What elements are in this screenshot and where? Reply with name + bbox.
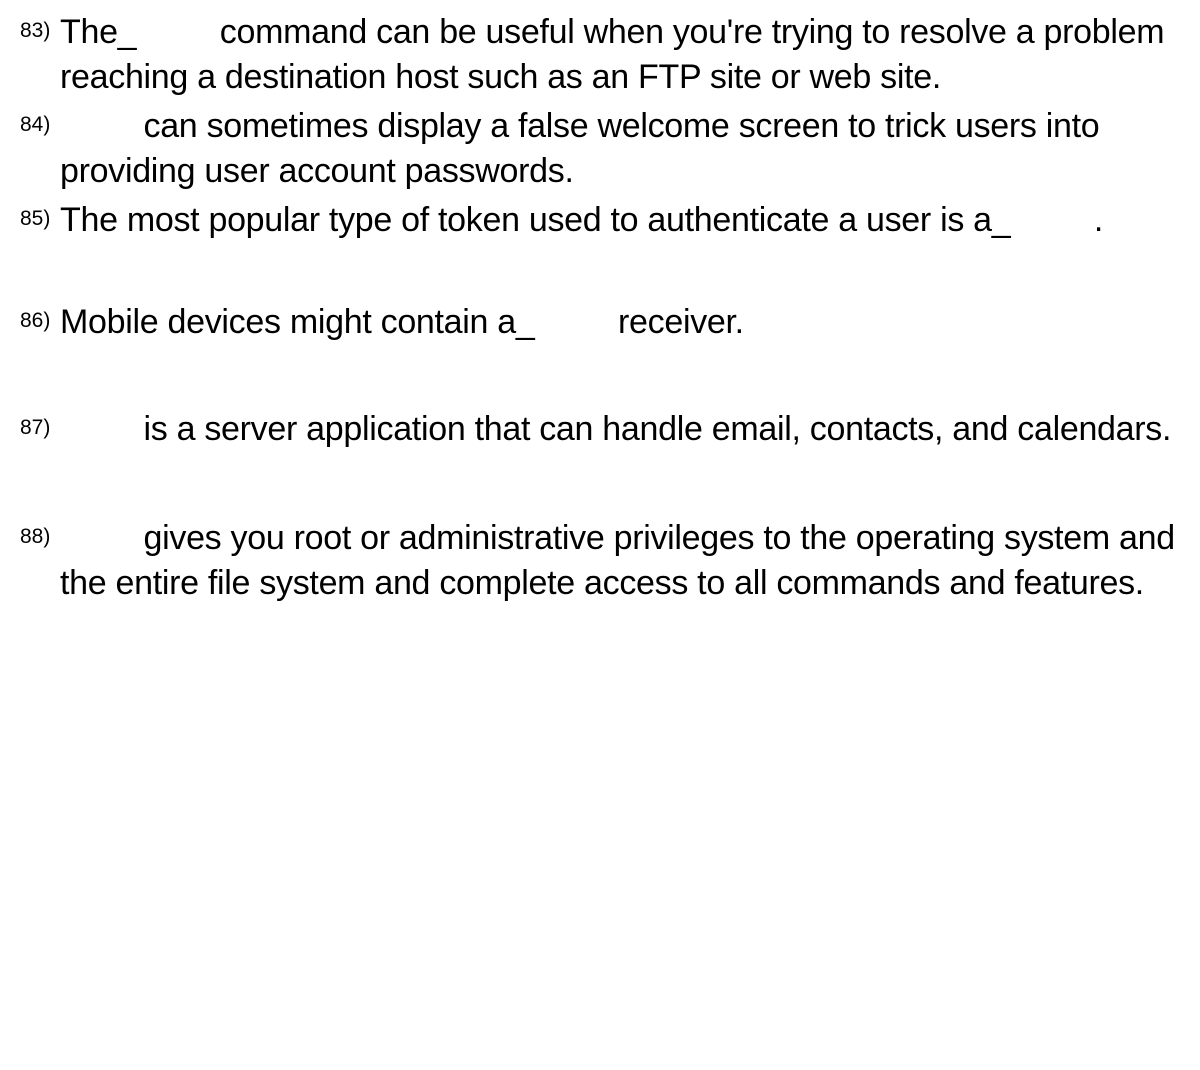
question-88: 88) gives you root or administrative pri… (20, 516, 1180, 606)
question-87: 87) is a server application that can han… (20, 407, 1180, 452)
question-text: is a server application that can handle … (60, 407, 1171, 452)
question-84: 84) can sometimes display a false welcom… (20, 104, 1180, 194)
question-number: 86) (20, 300, 60, 331)
question-number: 84) (20, 104, 60, 135)
question-86: 86) Mobile devices might contain a_ rece… (20, 300, 1180, 345)
question-number: 83) (20, 10, 60, 41)
question-text: gives you root or administrative privile… (60, 516, 1180, 606)
question-text: Mobile devices might contain a_ receiver… (60, 300, 744, 345)
question-85: 85) The most popular type of token used … (20, 198, 1180, 243)
question-text: can sometimes display a false welcome sc… (60, 104, 1180, 194)
question-number: 85) (20, 198, 60, 229)
question-83: 83) The_ command can be useful when you'… (20, 10, 1180, 100)
question-text: The_ command can be useful when you're t… (60, 10, 1180, 100)
question-number: 88) (20, 516, 60, 547)
question-text: The most popular type of token used to a… (60, 198, 1103, 243)
question-number: 87) (20, 407, 60, 438)
